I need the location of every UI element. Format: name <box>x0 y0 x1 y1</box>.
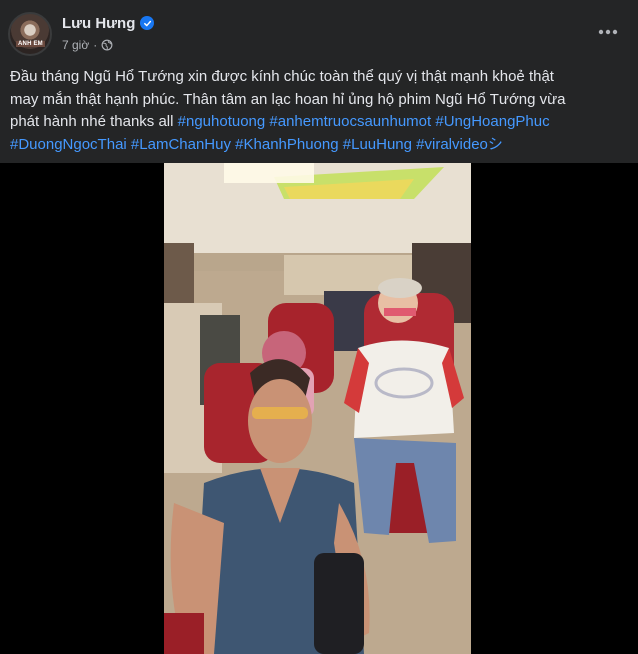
more-options-button[interactable] <box>594 22 622 42</box>
post-media[interactable] <box>0 163 638 654</box>
hashtag-link[interactable]: #UngHoangPhuc <box>435 113 549 130</box>
trailing-symbol: シ <box>487 135 503 153</box>
video-frame-image <box>164 163 471 654</box>
post-text-line: Đầu tháng Ngũ Hổ Tướng xin được kính chú… <box>10 68 554 85</box>
post-text-fragment: phát hành nhé thanks all <box>10 113 174 130</box>
hashtag-link[interactable]: #DuongNgocThai <box>10 136 127 153</box>
avatar-badge-text: ANH EM <box>16 41 45 47</box>
hashtag-link[interactable]: #LuuHung <box>343 136 412 153</box>
video-player[interactable] <box>164 163 471 654</box>
hashtag-link[interactable]: #anhemtruocsaunhumot <box>269 113 431 130</box>
post-meta: 7 giờ · <box>62 38 113 52</box>
meta-dot: · <box>93 38 98 52</box>
verified-badge-icon <box>140 16 154 30</box>
author-name[interactable]: Lưu Hưng <box>62 15 135 32</box>
post-text-line: #DuongNgocThai #LamChanHuy #KhanhPhuong … <box>10 134 630 157</box>
post-header: ANH EM Lưu Hưng 7 giờ · <box>0 0 638 60</box>
globe-icon[interactable] <box>101 39 113 51</box>
hashtag-text: #viralvideo <box>416 135 488 153</box>
post-text-line: may mắn thật hạnh phúc. Thân tâm an lạc … <box>10 90 566 108</box>
hashtag-link[interactable]: #nguhotuong <box>178 113 266 130</box>
hashtag-link[interactable]: #LamChanHuy <box>131 136 231 153</box>
hashtag-link[interactable]: #KhanhPhuong <box>235 136 338 153</box>
hashtag-link[interactable]: #viralvideoシ <box>416 136 503 153</box>
post-text-line: phát hành nhé thanks all #nguhotuong #an… <box>10 111 630 134</box>
post-time[interactable]: 7 giờ <box>62 38 89 52</box>
more-options-icon <box>598 29 618 35</box>
author-avatar[interactable]: ANH EM <box>8 12 52 56</box>
post-text: Đầu tháng Ngũ Hổ Tướng xin được kính chú… <box>10 66 630 156</box>
